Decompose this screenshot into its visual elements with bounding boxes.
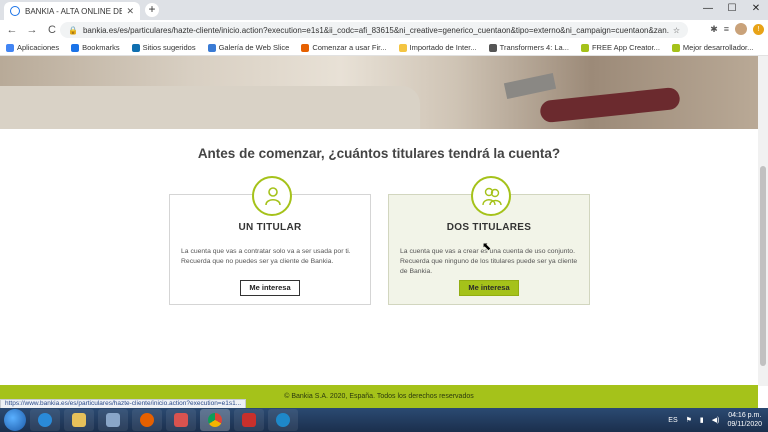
edge-icon [276,413,290,427]
mouse-cursor-icon: ⬉ [482,241,492,253]
page-scrollbar[interactable] [758,56,768,386]
bookmark-label: Transformers 4: La... [499,43,569,52]
taskbar-video[interactable] [234,409,264,431]
media-player-icon [174,413,188,427]
update-icon[interactable]: ! [753,23,764,35]
app-icon [106,413,120,427]
volume-icon[interactable]: ◀) [712,416,720,424]
card-title: UN TITULAR [238,222,302,233]
maximize-button[interactable]: ☐ [720,0,744,20]
bookmark-item[interactable]: Bookmarks [71,43,120,52]
clock[interactable]: 04:16 p.m. 09/11/2020 [727,411,762,429]
bookmark-label: FREE App Creator... [591,43,660,52]
bookmark-item[interactable]: Aplicaciones [6,43,59,52]
bookmark-item[interactable]: Galería de Web Slice [207,43,290,52]
bookmarks-bar: Aplicaciones Bookmarks Sitios sugeridos Gal… [0,40,768,56]
back-button[interactable]: ← [4,24,20,36]
taskbar-firefox[interactable] [132,409,162,431]
bookmark-label: Aplicaciones [17,43,60,52]
address-bar[interactable]: 🔒 bankia.es/es/particulares/hazte-client… [60,22,688,38]
bookmark-item[interactable]: Sitios sugeridos [131,43,196,52]
playlist-icon[interactable]: ≡ [724,24,729,34]
bookmark-favicon-icon [6,43,14,52]
bookmark-favicon-icon [671,43,680,52]
single-user-icon [252,176,292,216]
new-tab-button[interactable]: + [145,3,159,17]
bookmark-item[interactable]: Comenzar a usar Fir... [301,43,387,52]
taskbar-explorer[interactable] [64,409,94,431]
clock-date: 09/11/2020 [727,421,762,428]
me-interesa-button-dos-titulares[interactable]: Me interesa [459,280,519,296]
person-legs-shape [539,86,681,124]
scrollbar-thumb[interactable] [760,166,766,366]
video-icon [242,413,256,427]
minimize-button[interactable]: — [696,0,720,20]
laptop-shape [503,72,557,100]
tab-close-icon[interactable]: ✕ [126,6,134,17]
chrome-icon [208,413,222,427]
bookmark-item[interactable]: FREE App Creator... [580,43,660,52]
bookmark-item[interactable]: Importado de Inter... [398,43,477,52]
taskbar-chrome[interactable] [200,409,230,431]
network-icon[interactable]: ▮ [700,416,704,424]
tab-bar: BANKIA - ALTA ONLINE DE CLIE ✕ + — ☐ ✕ [0,0,768,20]
two-users-icon [471,176,511,216]
taskbar-ie[interactable] [30,409,60,431]
card-description: La cuenta que vas a contratar solo va a … [181,248,351,265]
extensions-icon[interactable]: ✱ [710,24,718,35]
hero-image [0,56,758,129]
me-interesa-button-un-titular[interactable]: Me interesa [240,280,300,296]
lock-icon: 🔒 [68,25,78,35]
toolbar-extensions: ✱ ≡ ! [710,23,764,35]
bookmark-favicon-icon [301,43,310,52]
browser-toolbar: ← → C 🔒 bankia.es/es/particulares/hazte-… [0,20,768,40]
bookmark-favicon-icon [207,43,216,52]
card-title: DOS TITULARES [446,222,532,233]
firefox-icon [140,413,154,427]
bookmark-label: Mejor desarrollador... [682,43,754,52]
bookmark-label: Importado de Inter... [409,43,477,52]
internet-explorer-icon [38,413,52,427]
bookmark-favicon-icon [131,43,140,52]
bookmark-item[interactable]: Mejor desarrollador... [671,43,754,52]
start-button[interactable] [4,409,26,431]
url-text[interactable]: bankia.es/es/particulares/hazte-cliente/… [83,26,669,35]
bookmark-star-icon[interactable]: ☆ [673,26,680,35]
tab-favicon-icon [10,6,20,16]
page-question: Antes de comenzar, ¿cuántos titulares te… [197,146,561,161]
browser-tab[interactable]: BANKIA - ALTA ONLINE DE CLIE ✕ [4,2,140,20]
clock-time: 04:16 p.m. [728,412,762,419]
bookmark-favicon-icon [398,43,407,52]
tab-title: BANKIA - ALTA ONLINE DE CLIE [25,6,123,16]
sofa-shape [0,86,420,129]
close-window-button[interactable]: ✕ [744,0,768,20]
forward-button[interactable]: → [24,24,40,36]
folder-icon [72,413,86,427]
taskbar-edge[interactable] [268,409,298,431]
taskbar-app[interactable] [98,409,128,431]
bookmark-label: Bookmarks [82,43,120,52]
bookmark-favicon-icon [580,43,589,52]
taskbar-media[interactable] [166,409,196,431]
bookmark-favicon-icon [488,43,497,52]
bookmark-item[interactable]: Transformers 4: La... [488,43,569,52]
flag-icon[interactable]: ⚑ [686,416,692,424]
avatar[interactable] [735,23,747,35]
bookmark-favicon-icon [71,43,80,52]
language-indicator[interactable]: ES [668,417,677,424]
reload-button[interactable]: C [44,24,60,36]
windows-taskbar [0,408,768,432]
bookmark-label: Sitios sugeridos [142,43,196,52]
bookmark-label: Galería de Web Slice [218,43,290,52]
card-un-titular[interactable]: UN TITULAR La cuenta que vas a contratar… [169,176,371,305]
system-tray: ES ⚑ ▮ ◀) 04:16 p.m. 09/11/2020 [668,408,762,432]
bookmark-label: Comenzar a usar Fir... [312,43,387,52]
